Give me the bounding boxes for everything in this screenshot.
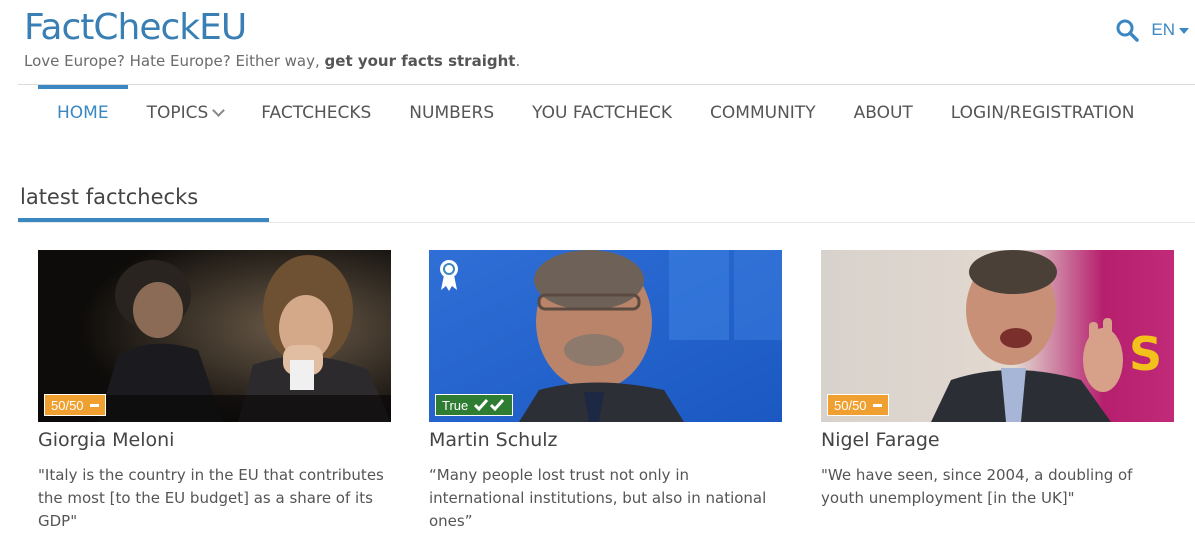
site-logo[interactable]: FactCheckEU bbox=[24, 7, 247, 48]
nav-item-label: FACTCHECKS bbox=[261, 102, 372, 123]
nav-item-label: LOGIN/REGISTRATION bbox=[950, 102, 1135, 123]
factcheck-card[interactable]: 50/50 Giorgia Meloni "Italy is the count… bbox=[38, 250, 391, 533]
chevron-down-icon bbox=[1179, 28, 1189, 34]
nav-item-label: YOU FACTCHECK bbox=[532, 102, 673, 123]
dash-icon bbox=[89, 403, 99, 407]
nav-item-login-registration[interactable]: LOGIN/REGISTRATION bbox=[932, 85, 1154, 140]
nav-item-label: ABOUT bbox=[853, 102, 913, 123]
nav-item-you-factcheck[interactable]: YOU FACTCHECK bbox=[513, 85, 691, 140]
nav-item-label: COMMUNITY bbox=[710, 102, 816, 123]
nav-item-about[interactable]: ABOUT bbox=[835, 85, 932, 140]
nav-item-community[interactable]: COMMUNITY bbox=[691, 85, 835, 140]
politician-name[interactable]: Giorgia Meloni bbox=[38, 429, 391, 451]
section-title: latest factchecks bbox=[20, 185, 199, 209]
nav-item-factchecks[interactable]: FACTCHECKS bbox=[242, 85, 390, 140]
nav-item-topics[interactable]: TOPICS bbox=[128, 85, 243, 140]
header-tools: EN bbox=[1115, 18, 1189, 42]
factcheck-quote[interactable]: "We have seen, since 2004, a doubling of… bbox=[821, 464, 1174, 510]
tagline-prefix: Love Europe? Hate Europe? Either way, bbox=[24, 52, 325, 70]
factcheck-quote[interactable]: “Many people lost trust not only in inte… bbox=[429, 464, 782, 533]
factcheck-card[interactable]: True Martin Schulz “Many people lost tru… bbox=[429, 250, 782, 533]
rating-label: 50/50 bbox=[834, 397, 867, 413]
svg-text:S: S bbox=[1129, 327, 1162, 381]
language-label: EN bbox=[1151, 20, 1175, 39]
nav-item-label: NUMBERS bbox=[409, 102, 495, 123]
logo-text-eu: EU bbox=[199, 7, 247, 48]
factcheck-photo[interactable]: 50/50 bbox=[38, 250, 391, 422]
search-icon[interactable] bbox=[1115, 18, 1140, 42]
language-selector[interactable]: EN bbox=[1151, 20, 1189, 40]
tagline-bold: get your facts straight bbox=[324, 52, 516, 70]
rating-badge: 50/50 bbox=[827, 394, 889, 416]
double-check-icon bbox=[474, 399, 505, 412]
nav-item-label: TOPICS bbox=[146, 102, 209, 123]
chevron-down-icon bbox=[212, 104, 226, 117]
nav-item-label: HOME bbox=[57, 102, 109, 123]
rating-label: True bbox=[442, 397, 469, 413]
tagline-suffix: . bbox=[515, 52, 521, 70]
rating-label: 50/50 bbox=[51, 397, 84, 413]
nav-item-numbers[interactable]: NUMBERS bbox=[390, 85, 513, 140]
site-tagline: Love Europe? Hate Europe? Either way, ge… bbox=[24, 52, 520, 70]
logo-text-factchec: FactChec bbox=[24, 7, 180, 48]
factcheck-quote[interactable]: "Italy is the country in the EU that con… bbox=[38, 464, 391, 533]
rating-badge: 50/50 bbox=[44, 394, 106, 416]
politician-name[interactable]: Martin Schulz bbox=[429, 429, 782, 451]
section-divider bbox=[18, 222, 1195, 223]
politician-name[interactable]: Nigel Farage bbox=[821, 429, 1174, 451]
factcheck-card[interactable]: S 50/50 Nigel Farage "We have seen, sinc… bbox=[821, 250, 1174, 510]
logo-text-k: k bbox=[179, 7, 200, 48]
main-nav: HOME TOPICS FACTCHECKS NUMBERS YOU FACTC… bbox=[38, 85, 1154, 140]
site-header: FactCheckEU Love Europe? Hate Europe? Ei… bbox=[0, 0, 1195, 85]
dash-icon bbox=[872, 403, 882, 407]
factcheck-photo[interactable]: S 50/50 bbox=[821, 250, 1174, 422]
nav-item-home[interactable]: HOME bbox=[38, 85, 128, 140]
rating-badge: True bbox=[435, 394, 514, 416]
award-ribbon-icon bbox=[440, 260, 458, 291]
factcheck-photo[interactable]: True bbox=[429, 250, 782, 422]
